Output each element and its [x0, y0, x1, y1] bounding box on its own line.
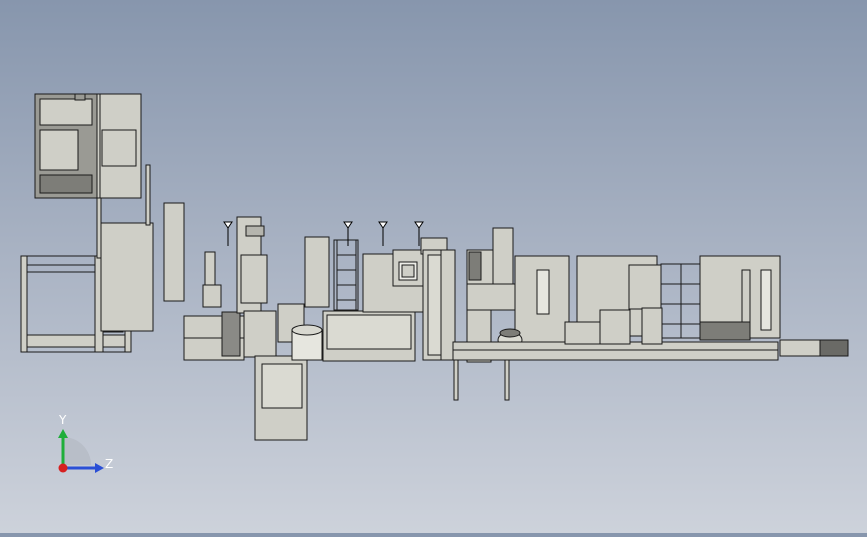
coordinate-triad: Y Z — [50, 410, 120, 480]
conveyor-section[interactable] — [183, 216, 308, 441]
assembly-model[interactable] — [0, 0, 867, 533]
origin-icon — [58, 463, 68, 473]
pipes[interactable] — [453, 355, 510, 401]
z-axis-label: Z — [105, 457, 113, 471]
rack-ladder[interactable] — [304, 236, 359, 311]
upper-left-frame[interactable] — [34, 93, 142, 199]
y-axis-label: Y — [58, 413, 67, 427]
cad-graphics-viewport[interactable] — [0, 0, 867, 533]
tank[interactable] — [291, 324, 323, 361]
